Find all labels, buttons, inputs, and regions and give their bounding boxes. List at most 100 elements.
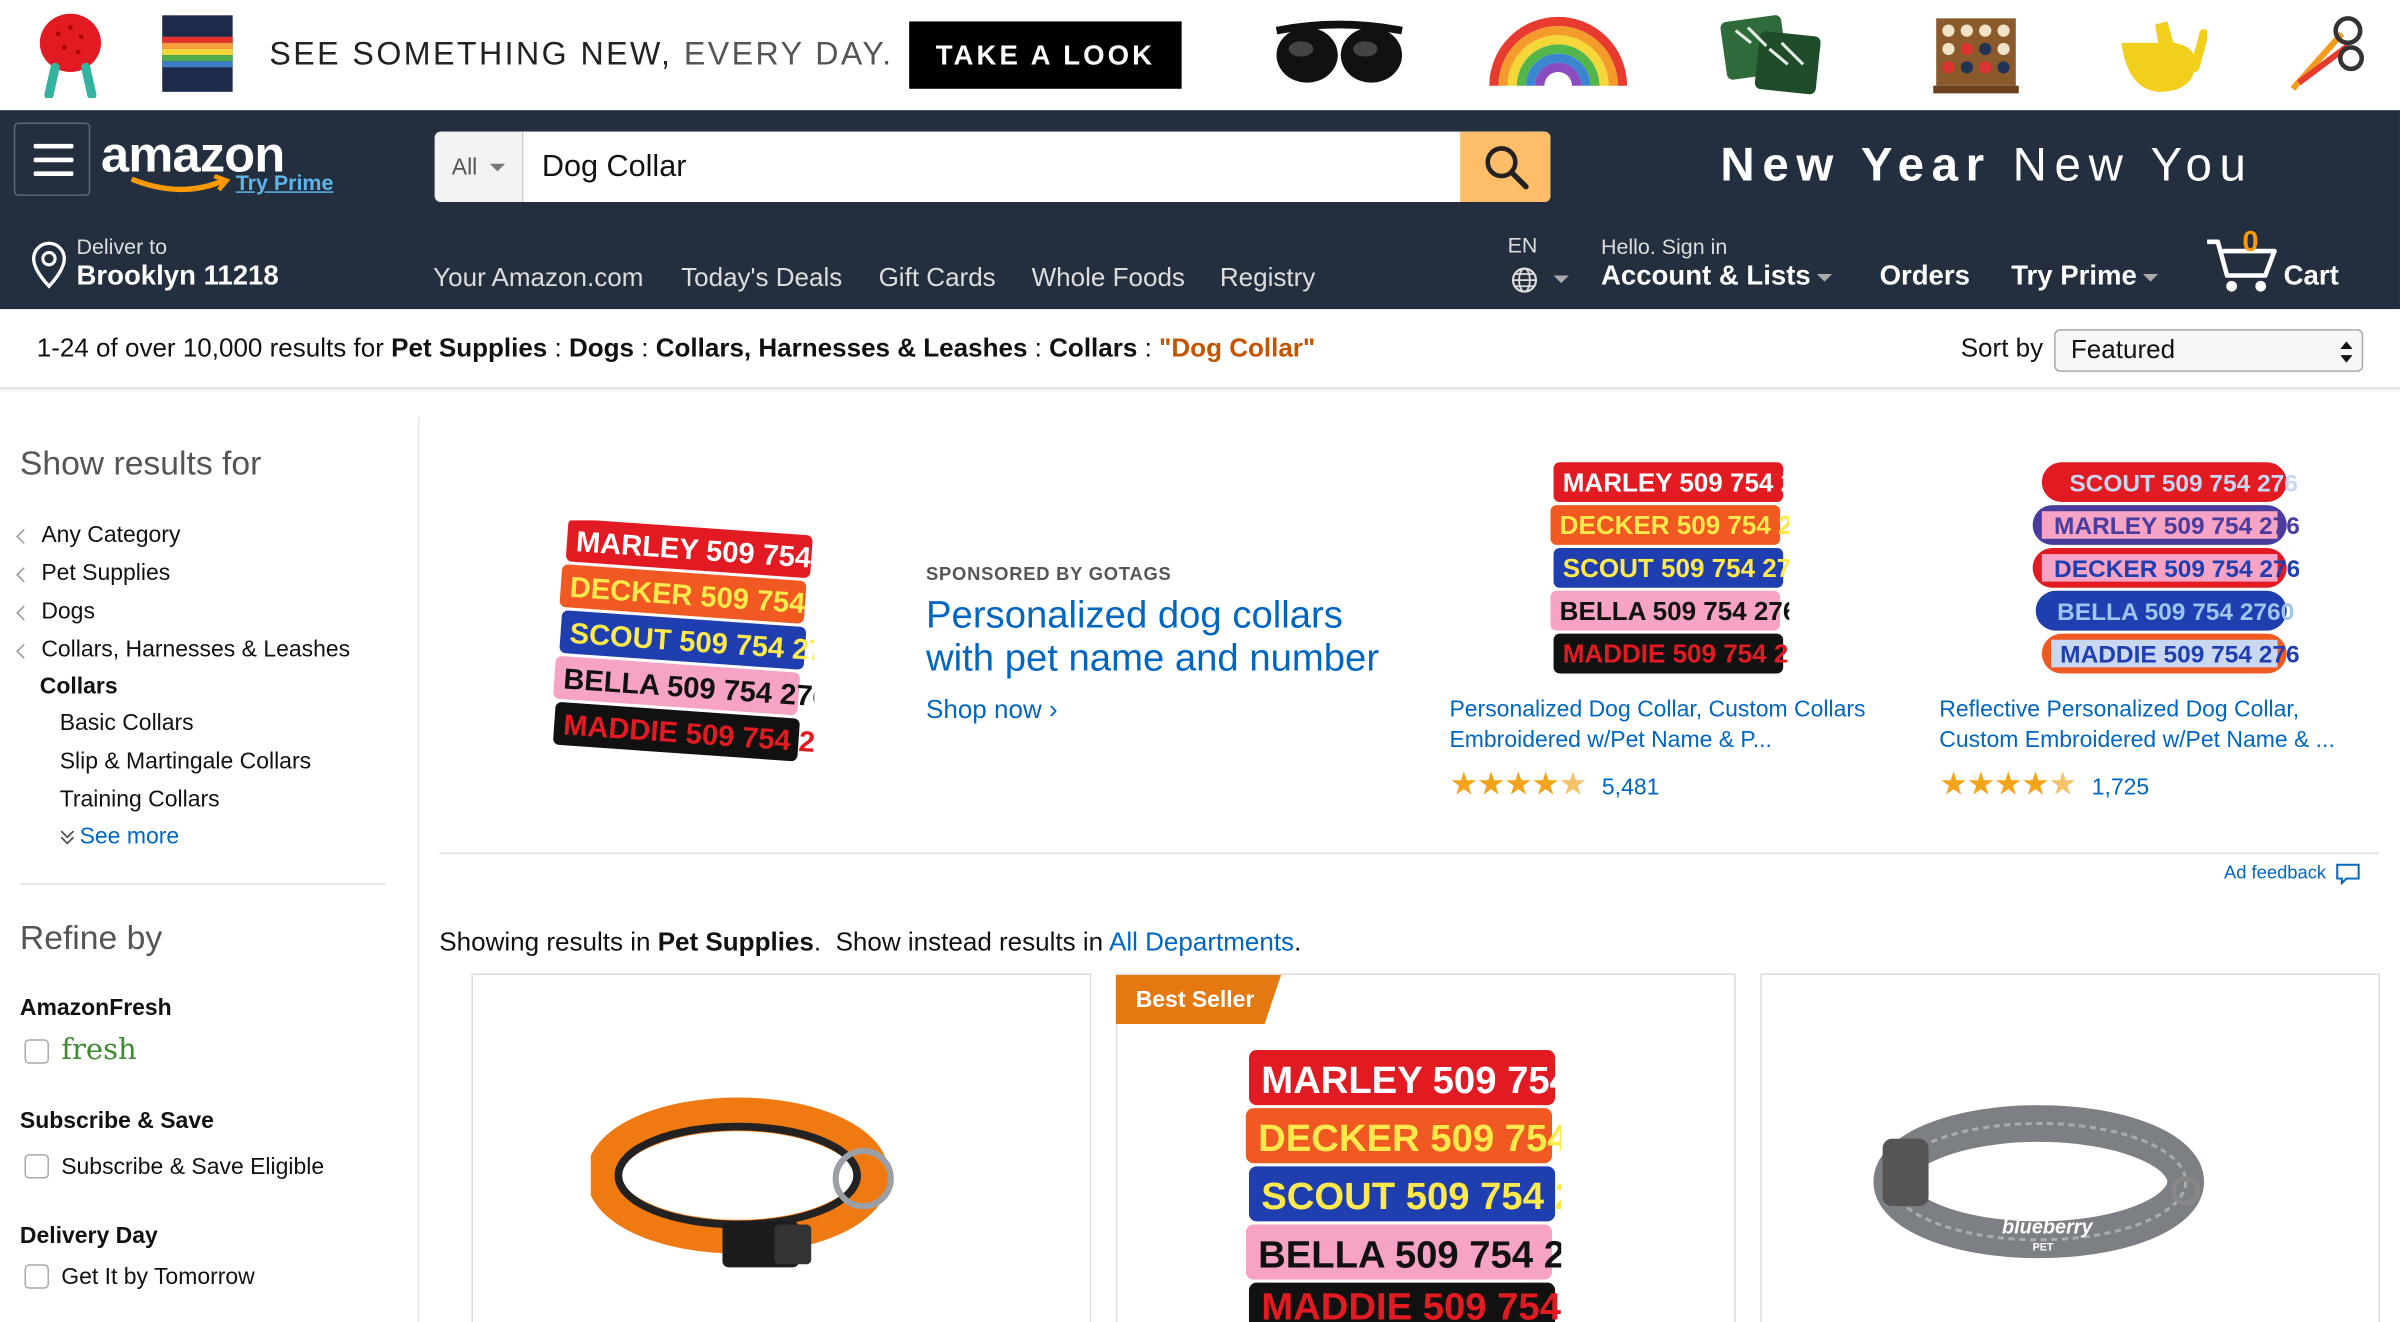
location-pin-icon (31, 241, 66, 289)
half-star-icon: ★ (2048, 766, 2077, 803)
svg-text:SCOUT 509 754 2760: SCOUT 509 754 2760 (2069, 470, 2299, 497)
results-count-breadcrumb: 1-24 of over 10,000 results for Pet Supp… (36, 333, 1316, 363)
deliver-to-location[interactable]: Deliver to Brooklyn 11218 (31, 234, 307, 298)
breadcrumb-collars-harnesses-leashes[interactable]: Collars, Harnesses & Leashes (656, 334, 1028, 363)
sidebar-subcategory-training[interactable]: Training Collars (60, 787, 220, 813)
svg-text:MARLEY 509 754 2760: MARLEY 509 754 2760 (1261, 1059, 1561, 1102)
sponsored-separator (439, 852, 2379, 855)
sidebar-category-any[interactable]: Any Category (16, 522, 180, 548)
nav-registry[interactable]: Registry (1220, 263, 1315, 294)
pillows-icon (1720, 15, 1821, 95)
cart-label: Cart (2283, 260, 2339, 291)
double-chevron-down-icon (60, 830, 75, 845)
sponsored-product-2-rating[interactable]: ★★★★★ 1,725 (1939, 765, 2149, 803)
promo-text: SEE SOMETHING NEW, EVERY DAY. (269, 36, 894, 72)
nav-gift-cards[interactable]: Gift Cards (879, 263, 996, 294)
chevron-left-icon (16, 528, 32, 544)
svg-text:DECKER 509 754 2760: DECKER 509 754 2760 (1560, 510, 1790, 540)
orders-link[interactable]: Orders (1880, 260, 1970, 292)
breadcrumb-pet-supplies[interactable]: Pet Supplies (391, 334, 547, 363)
chevron-left-icon (16, 566, 32, 582)
sidebar-subcategory-basic[interactable]: Basic Collars (60, 710, 194, 736)
sidebar-see-more[interactable]: See more (60, 823, 179, 849)
sidebar-current-category: Collars (39, 673, 118, 700)
breadcrumb-collars[interactable]: Collars (1049, 334, 1137, 363)
take-a-look-button[interactable]: TAKE A LOOK (909, 21, 1182, 89)
sidebar-divider (417, 416, 420, 1322)
delivery-tomorrow-checkbox[interactable] (24, 1264, 49, 1289)
svg-text:DECKER 509 754 2760: DECKER 509 754 2760 (1258, 1117, 1561, 1160)
svg-text:MADDIE 509 754 2760: MADDIE 509 754 2760 (2060, 642, 2299, 669)
globe-icon (1511, 267, 1538, 293)
chevron-down-icon (1553, 275, 1569, 284)
up-down-chevron-icon (2340, 341, 2353, 363)
search-category-dropdown[interactable]: All (434, 131, 524, 203)
amazon-logo[interactable]: amazon Try Prime (101, 122, 346, 199)
striped-blanket-icon (162, 15, 233, 92)
cart-button[interactable]: 0 Cart (2204, 227, 2357, 297)
show-results-heading: Show results for (19, 443, 262, 483)
language-selector[interactable]: EN (1508, 233, 1572, 297)
best-seller-badge: Best Seller (1115, 974, 1282, 1024)
try-prime-logo-link[interactable]: Try Prime (236, 170, 334, 194)
speech-bubble-icon (2336, 863, 2360, 886)
cart-count: 0 (2242, 226, 2259, 259)
shop-now-link[interactable]: Shop now › (926, 695, 1058, 726)
sidebar-category-dogs[interactable]: Dogs (16, 598, 95, 624)
promo-banner[interactable]: SEE SOMETHING NEW, EVERY DAY. TAKE A LOO… (0, 0, 2400, 111)
breadcrumb-dogs[interactable]: Dogs (569, 334, 634, 363)
review-count[interactable]: 5,481 (1602, 774, 1659, 800)
subscribe-save-checkbox[interactable] (24, 1154, 49, 1179)
results-count-text: 1-24 of over 10,000 results for (36, 333, 384, 363)
chevron-down-icon (2142, 273, 2159, 282)
sidebar-category-pet-supplies[interactable]: Pet Supplies (16, 560, 170, 586)
review-count[interactable]: 1,725 (2092, 774, 2149, 800)
language-code: EN (1507, 232, 1538, 258)
campaign-banner-text[interactable]: New Year New You (1720, 138, 2253, 193)
account-lists-label: Account & Lists (1601, 260, 1833, 292)
svg-text:MARLEY 509 754 2760: MARLEY 509 754 2760 (1563, 467, 1790, 497)
fresh-checkbox[interactable] (24, 1039, 49, 1064)
ping-pong-paddle-icon (39, 13, 102, 98)
filter-heading-subscribe-save: Subscribe & Save (19, 1108, 214, 1135)
brand-label: blueberry (2002, 1217, 2094, 1239)
half-star-icon: ★ (1558, 766, 1588, 803)
search-input[interactable] (523, 131, 1461, 203)
ad-feedback-link[interactable]: Ad feedback (2224, 862, 2360, 886)
fresh-logo-label[interactable]: fresh (61, 1033, 137, 1067)
hamburger-menu-button[interactable] (13, 122, 91, 196)
sponsored-product-1-title[interactable]: Personalized Dog Collar, Custom Collars … (1449, 695, 1885, 756)
sort-by-dropdown[interactable]: Featured (2054, 329, 2364, 372)
sponsored-product-1-rating[interactable]: ★★★★★ 5,481 (1449, 765, 1659, 803)
product-image-personalized-collar[interactable]: MARLEY 509 754 2760 DECKER 509 754 2760 … (1535, 456, 1789, 679)
sponsored-product-2-title[interactable]: Reflective Personalized Dog Collar, Cust… (1939, 695, 2375, 756)
search-icon (1484, 146, 1528, 190)
delivery-location: Brooklyn 11218 (76, 260, 279, 291)
svg-text:BELLA 509 754 2760: BELLA 509 754 2760 (1258, 1233, 1561, 1276)
product-image-reflective-collar[interactable]: SCOUT 509 754 2760 MARLEY 509 754 2760 D… (2023, 456, 2299, 679)
sponsored-headline[interactable]: Personalized dog collars with pet name a… (926, 594, 1416, 680)
sidebar-category-collars-harnesses[interactable]: Collars, Harnesses & Leashes (16, 637, 350, 663)
product-image-orange-collar[interactable] (590, 1093, 915, 1283)
nav-your-amazon[interactable]: Your Amazon.com (433, 263, 643, 294)
product-image-grey-collar[interactable]: blueberry PET (1873, 1105, 2205, 1264)
sponsored-label: SPONSORED BY GOTAGS (926, 563, 1172, 585)
try-prime-menu[interactable]: Try Prime (2011, 260, 2159, 292)
sort-selected-value: Featured (2070, 335, 2176, 365)
nav-todays-deals[interactable]: Today's Deals (681, 263, 842, 294)
search-button[interactable] (1460, 131, 1551, 203)
collar-stack-image[interactable]: MARLEY 509 754 2760 DECKER 509 754 2760 … (545, 520, 814, 765)
account-and-lists[interactable]: Hello. Sign in Account & Lists (1601, 234, 1854, 298)
rainbow-icon (1489, 16, 1628, 87)
star-icon: ★★★★ (1449, 766, 1560, 803)
delivery-tomorrow-label[interactable]: Get It by Tomorrow (61, 1264, 255, 1290)
nav-whole-foods[interactable]: Whole Foods (1032, 263, 1185, 294)
sidebar-subcategory-slip-martingale[interactable]: Slip & Martingale Collars (60, 748, 311, 774)
chevron-down-icon (1816, 273, 1833, 282)
subscribe-save-label[interactable]: Subscribe & Save Eligible (61, 1154, 324, 1180)
product-image-personalized-collar-stack[interactable]: MARLEY 509 754 2760 DECKER 509 754 2760 … (1234, 1047, 1562, 1322)
svg-text:MADDIE 509 754 2760: MADDIE 509 754 2760 (1261, 1285, 1561, 1322)
deliver-to-label: Deliver to (76, 234, 168, 259)
campaign-bold: New Year (1720, 137, 1992, 192)
all-departments-link[interactable]: All Departments (1109, 928, 1294, 957)
